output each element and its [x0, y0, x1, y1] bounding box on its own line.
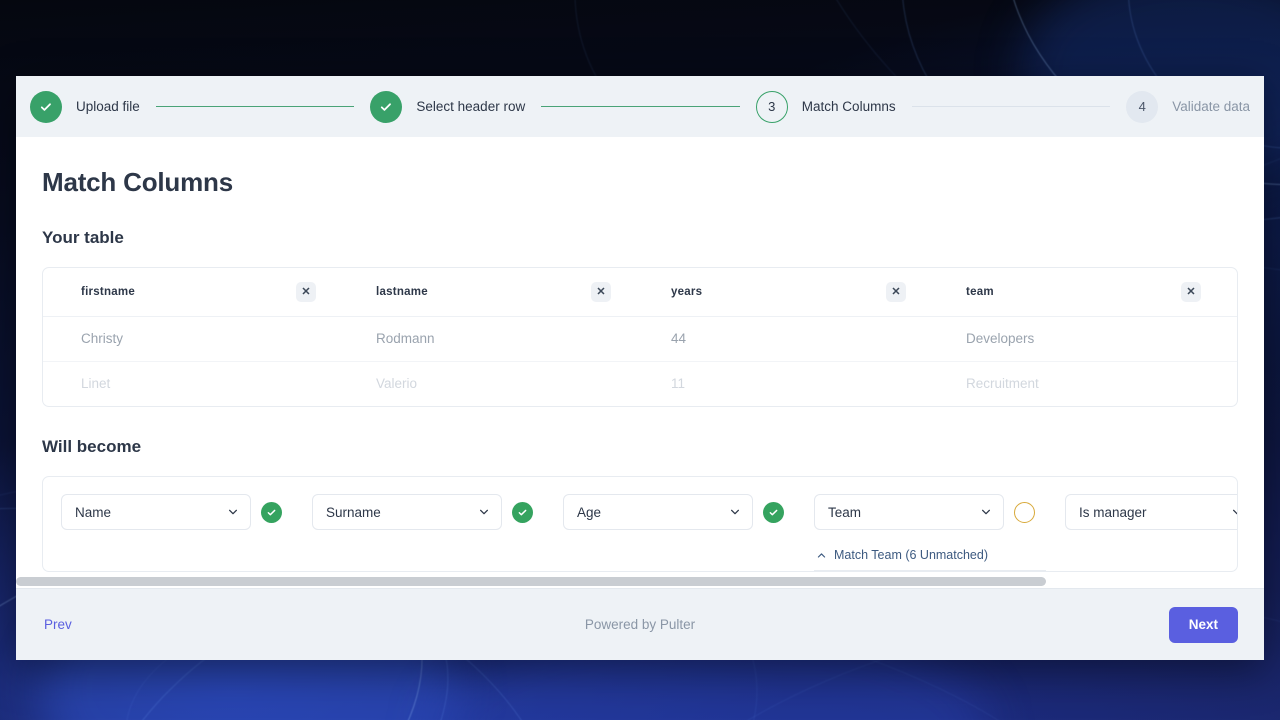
prev-button[interactable]: Prev	[42, 613, 74, 636]
match-cell-team: Team Match Team (6 Unmatched)	[814, 494, 1065, 571]
chevron-up-icon	[816, 550, 827, 561]
cell-manager: FALSE	[1223, 316, 1238, 361]
match-select-team[interactable]: Team	[814, 494, 1004, 530]
match-select-years[interactable]: Age	[563, 494, 753, 530]
step-1-check-icon	[30, 91, 62, 123]
match-select-value: Surname	[326, 505, 381, 520]
column-header-label: team	[966, 286, 994, 298]
column-header-firstname: firstname ✕	[43, 268, 338, 316]
your-table-body: Christy Rodmann 44 Developers FALSE Line…	[43, 316, 1238, 406]
cell-years: 11	[633, 361, 928, 406]
match-row: Name	[43, 494, 1238, 571]
step-4-number: 4	[1126, 91, 1158, 123]
your-table-head: firstname ✕ lastname ✕	[43, 268, 1238, 316]
step-3-number: 3	[756, 91, 788, 123]
match-cell-age: Age	[563, 494, 814, 530]
step-1-label: Upload file	[76, 99, 140, 114]
step-connector-2	[541, 106, 740, 107]
close-icon[interactable]: ✕	[886, 282, 906, 302]
step-upload-file[interactable]: Upload file	[30, 91, 140, 123]
chevron-down-icon	[227, 506, 239, 518]
match-select-firstname[interactable]: Name	[61, 494, 251, 530]
modal-body: Match Columns Your table firstname ✕	[16, 137, 1264, 588]
close-icon[interactable]: ✕	[1181, 282, 1201, 302]
step-select-header-row[interactable]: Select header row	[370, 91, 525, 123]
match-cell-name: Name	[61, 494, 312, 530]
horizontal-scrollbar[interactable]	[16, 574, 1264, 588]
match-team-link[interactable]: Match Team (6 Unmatched)	[816, 548, 1065, 562]
table-row: Christy Rodmann 44 Developers FALSE	[43, 316, 1238, 361]
cell-firstname: Linet	[43, 361, 338, 406]
match-team-divider	[814, 570, 1046, 571]
cell-lastname: Valerio	[338, 361, 633, 406]
chevron-down-icon	[1231, 506, 1238, 518]
powered-by-label: Powered by Pulter	[16, 617, 1264, 632]
cell-manager: FALSE	[1223, 361, 1238, 406]
match-select-value: Is manager	[1079, 505, 1147, 520]
close-icon[interactable]: ✕	[296, 282, 316, 302]
chevron-down-icon	[478, 506, 490, 518]
table-header-row: firstname ✕ lastname ✕	[43, 268, 1238, 316]
step-2-label: Select header row	[416, 99, 525, 114]
will-become-card: Name	[42, 476, 1238, 572]
match-select-value: Name	[75, 505, 111, 520]
chevron-down-icon	[980, 506, 992, 518]
scroll-area: Match Columns Your table firstname ✕	[16, 137, 1264, 574]
column-header-label: firstname	[81, 286, 135, 298]
next-button[interactable]: Next	[1169, 607, 1238, 643]
column-header-manager: manager ✕	[1223, 268, 1238, 316]
chevron-down-icon	[729, 506, 741, 518]
cell-lastname: Rodmann	[338, 316, 633, 361]
cell-years: 44	[633, 316, 928, 361]
check-circle-icon	[261, 502, 282, 523]
stepper: Upload file Select header row 3 Match Co…	[16, 76, 1264, 137]
step-validate-data[interactable]: 4 Validate data	[1126, 91, 1250, 123]
check-circle-icon	[763, 502, 784, 523]
match-select-value: Team	[828, 505, 861, 520]
cell-team: Recruitment	[928, 361, 1223, 406]
your-table: firstname ✕ lastname ✕	[43, 268, 1238, 406]
column-header-label: years	[671, 286, 702, 298]
match-team-link-label: Match Team (6 Unmatched)	[834, 548, 988, 562]
step-match-columns[interactable]: 3 Match Columns	[756, 91, 896, 123]
column-header-team: team ✕	[928, 268, 1223, 316]
match-select-manager[interactable]: Is manager	[1065, 494, 1238, 530]
your-table-heading: Your table	[42, 228, 1238, 248]
your-table-card: firstname ✕ lastname ✕	[42, 267, 1238, 407]
page-title: Match Columns	[42, 167, 1238, 198]
modal-footer: Prev Powered by Pulter Next	[16, 588, 1264, 660]
match-select-lastname[interactable]: Surname	[312, 494, 502, 530]
step-4-label: Validate data	[1172, 99, 1250, 114]
horizontal-scrollbar-thumb[interactable]	[16, 577, 1046, 586]
match-select-value: Age	[577, 505, 601, 520]
table-row: Linet Valerio 11 Recruitment FALSE	[43, 361, 1238, 406]
close-icon[interactable]: ✕	[591, 282, 611, 302]
step-2-check-icon	[370, 91, 402, 123]
importer-modal: Upload file Select header row 3 Match Co…	[16, 76, 1264, 660]
column-header-lastname: lastname ✕	[338, 268, 633, 316]
match-cell-is-manager: Is manager	[1065, 494, 1238, 530]
column-header-label: lastname	[376, 286, 428, 298]
match-cell-surname: Surname	[312, 494, 563, 530]
pending-circle-icon	[1014, 502, 1035, 523]
step-connector-1	[156, 106, 355, 107]
column-header-years: years ✕	[633, 268, 928, 316]
step-connector-3	[912, 106, 1111, 107]
cell-firstname: Christy	[43, 316, 338, 361]
cell-team: Developers	[928, 316, 1223, 361]
will-become-heading: Will become	[42, 437, 1238, 457]
check-circle-icon	[512, 502, 533, 523]
step-3-label: Match Columns	[802, 99, 896, 114]
